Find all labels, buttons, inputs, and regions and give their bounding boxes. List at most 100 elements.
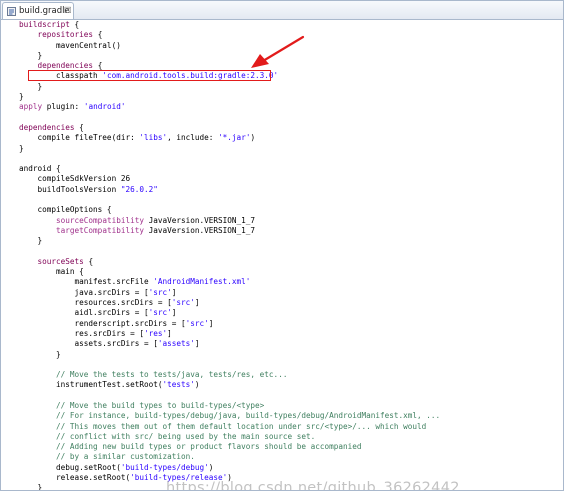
code-token: // conflict with src/ being used by the … (56, 431, 316, 441)
code-token: sourceCompatibility (56, 215, 144, 225)
code-token: JavaVersion.VERSION_1_7 (143, 215, 256, 225)
editor-tab-bar: build.gradle ☒ (1, 1, 563, 20)
code-token: buildscript (19, 20, 70, 29)
code-token: "26.0.2" (120, 184, 158, 194)
code-token: ] (208, 318, 214, 328)
code-line: targetCompatibility JavaVersion.VERSION_… (19, 226, 440, 236)
code-token: JavaVersion.VERSION_1_7 (143, 225, 256, 235)
code-token: dependencies (19, 122, 75, 132)
code-token: compileOptions { (19, 205, 112, 215)
code-token: mavenCentral() (19, 40, 121, 50)
code-token: } (19, 483, 43, 490)
code-token: { (83, 256, 94, 266)
code-token: ] (167, 328, 172, 338)
tab-label: build.gradle (19, 6, 70, 16)
code-token: , include: (167, 133, 219, 143)
code-token: ] (194, 339, 200, 349)
code-line: renderscript.srcDirs = ['src'] (19, 319, 440, 329)
code-token: } (19, 143, 24, 153)
code-token: buildToolsVersion (19, 184, 121, 194)
code-token: } (19, 349, 61, 359)
code-token: // This moves them out of them default l… (56, 421, 427, 431)
code-line: res.srcDirs = ['res'] (19, 329, 440, 339)
code-token: ) (250, 133, 256, 143)
code-token: plugin: (42, 102, 84, 112)
code-token: compileSdkVersion 26 (19, 174, 131, 184)
code-token: 'res' (143, 328, 168, 338)
code-token: } (19, 236, 43, 246)
code-line: compile fileTree(dir: 'libs', include: '… (19, 133, 440, 143)
code-token: 'build-types/debug' (120, 462, 209, 472)
code-line: assets.srcDirs = ['assets'] (19, 339, 440, 349)
code-line: repositories { (19, 30, 440, 40)
code-line: buildToolsVersion "26.0.2" (19, 185, 440, 195)
code-token: 'src' (148, 308, 172, 318)
code-token: 'src' (148, 287, 172, 297)
code-line: // Move the build types to build-types/<… (19, 401, 440, 411)
code-token: compile fileTree(dir: (19, 133, 140, 143)
code-line: dependencies { (19, 123, 440, 133)
code-token: repositories (37, 30, 94, 40)
code-line: // Adding new build types or product fla… (19, 442, 440, 452)
code-token: ] (171, 308, 177, 318)
code-token: targetCompatibility (56, 225, 144, 235)
code-token: // Move the tests to tests/java, tests/r… (56, 370, 288, 380)
code-line: } (19, 144, 440, 154)
code-token: { (93, 30, 103, 40)
code-text: buildscript { repositories { mavenCentra… (19, 20, 440, 490)
code-line: main { (19, 267, 440, 277)
code-token: // by a similar customization. (56, 452, 195, 462)
code-token: aidl.srcDirs = [ (19, 308, 149, 318)
code-line: debug.setRoot('build-types/debug') (19, 463, 440, 473)
tab-build-gradle[interactable]: build.gradle ☒ (2, 2, 74, 19)
code-token: 'assets' (157, 339, 195, 349)
code-token: ) (208, 462, 214, 472)
code-editor[interactable]: buildscript { repositories { mavenCentra… (1, 20, 563, 490)
code-token: { (93, 61, 103, 71)
code-line: } (19, 236, 440, 246)
code-line: // Move the tests to tests/java, tests/r… (19, 370, 440, 380)
code-line: aidl.srcDirs = ['src'] (19, 308, 440, 318)
code-line: android { (19, 164, 440, 174)
code-token: ] (171, 287, 177, 297)
code-line: } (19, 92, 440, 102)
code-token: // Adding new build types or product fla… (56, 442, 362, 452)
code-line: // conflict with src/ being used by the … (19, 432, 440, 442)
code-token: ] (194, 298, 200, 308)
code-line: } (19, 350, 440, 360)
watermark: https://blog.csdn.net/github_36262442 (166, 480, 460, 490)
code-token: '*.jar' (218, 133, 251, 143)
code-token: java.srcDirs = [ (19, 287, 149, 297)
code-token: 'AndroidManifest.xml' (153, 277, 251, 287)
code-token: apply (19, 102, 43, 112)
code-line: // by a similar customization. (19, 452, 440, 462)
code-line: compileOptions { (19, 205, 440, 215)
code-line: sourceSets { (19, 257, 440, 267)
code-line: manifest.srcFile 'AndroidManifest.xml' (19, 277, 440, 287)
code-line: } (19, 51, 440, 61)
code-token: { (69, 20, 80, 29)
tab-close-icon[interactable]: ☒ (64, 5, 72, 17)
code-token: 'src' (171, 298, 195, 308)
code-token: } (19, 81, 43, 91)
code-line: // This moves them out of them default l… (19, 422, 440, 432)
code-token: assets.srcDirs = [ (19, 339, 158, 349)
code-token: ) (194, 380, 200, 390)
code-token: dependencies (37, 61, 94, 71)
code-token: main { (19, 267, 84, 277)
code-token: res.srcDirs = [ (19, 328, 144, 338)
